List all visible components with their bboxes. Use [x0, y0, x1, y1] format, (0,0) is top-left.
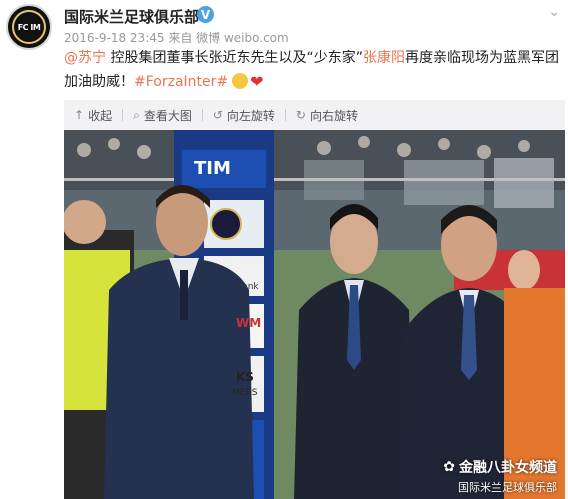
avatar-text: FC IM	[17, 22, 41, 32]
tim-logo-text: TIM	[194, 158, 231, 179]
mers-logo-text: MERS	[232, 388, 258, 398]
mention-link[interactable]: @苏宁	[64, 50, 106, 66]
person-left-tie	[180, 270, 188, 320]
watermark-sub: 国际米兰足球俱乐部	[458, 481, 557, 494]
rotate-left-label: 向左旋转	[226, 108, 275, 123]
verified-icon: V	[197, 6, 214, 23]
avatar[interactable]: FC IM	[6, 4, 52, 50]
source-link[interactable]: 微博 weibo.com	[196, 31, 289, 45]
bank-logo-text: Bank	[236, 282, 259, 292]
post-text: @苏宁 控股集团董事长张近东先生以及“少东家”张康阳再度亲临现场为蓝黑军团 加油…	[64, 46, 559, 94]
rotate-right-icon: ↻	[295, 108, 306, 122]
person-left-suit	[104, 258, 254, 499]
post-photo[interactable]: TIM Bank WM KS MERS ✿ 金融八卦女频道 国际米兰足球俱乐部	[64, 130, 565, 499]
view-large-label: 查看大图	[143, 108, 192, 123]
image-toolbar: ↑ 收起 ⌕ 查看大图 ↺ 向左旋转 ↻ 向右旋转	[64, 100, 565, 130]
collect-label: 收起	[88, 108, 113, 123]
wm-logo-text: WM	[236, 316, 262, 330]
person-bg-head	[508, 250, 540, 290]
timestamp[interactable]: 2016-9-18 23:45	[64, 31, 165, 45]
post-text-body: 控股集团董事长张近东先生以及“少东家”	[106, 50, 363, 66]
inter-logo-icon: FC IM	[12, 10, 46, 44]
inter-crest-icon	[210, 208, 242, 240]
railing	[64, 178, 565, 181]
wechat-icon: ✿	[443, 459, 455, 475]
source-prefix: 来自	[168, 31, 193, 45]
collect-button[interactable]: ↑ 收起	[64, 100, 122, 130]
rotate-right-button[interactable]: ↻ 向右旋转	[286, 100, 368, 130]
chevron-down-icon[interactable]: ⌄	[548, 4, 560, 20]
post-text-line2: 加油助威！	[64, 74, 134, 90]
watermark-title: 金融八卦女频道	[459, 460, 557, 476]
watermark: ✿ 金融八卦女频道 国际米兰足球俱乐部	[443, 457, 557, 495]
rotate-right-label: 向右旋转	[309, 108, 358, 123]
post-header: FC IM 国际米兰足球俱乐部 V ⌄ 2016-9-18 23:45 来自 微…	[0, 0, 568, 100]
emoji-face-icon	[232, 73, 249, 89]
rotate-left-icon: ↺	[212, 108, 223, 122]
heart-icon: ❤	[250, 72, 264, 91]
highlight-name: 张康阳	[362, 50, 405, 66]
magnifier-icon: ⌕	[133, 107, 140, 122]
ks-logo-text: KS	[236, 370, 254, 384]
rotate-left-button[interactable]: ↺ 向左旋转	[203, 100, 285, 130]
steward-head	[64, 200, 106, 244]
username[interactable]: 国际米兰足球俱乐部	[64, 6, 199, 27]
hashtag-link[interactable]: #ForzaInter#	[134, 74, 228, 90]
arrow-up-icon: ↑	[74, 108, 85, 122]
photo-scene	[64, 130, 565, 499]
post-meta: 2016-9-18 23:45 来自 微博 weibo.com	[64, 29, 289, 46]
view-large-button[interactable]: ⌕ 查看大图	[123, 100, 202, 130]
post-text-tail: 再度亲临现场为蓝黑军团	[404, 50, 559, 66]
